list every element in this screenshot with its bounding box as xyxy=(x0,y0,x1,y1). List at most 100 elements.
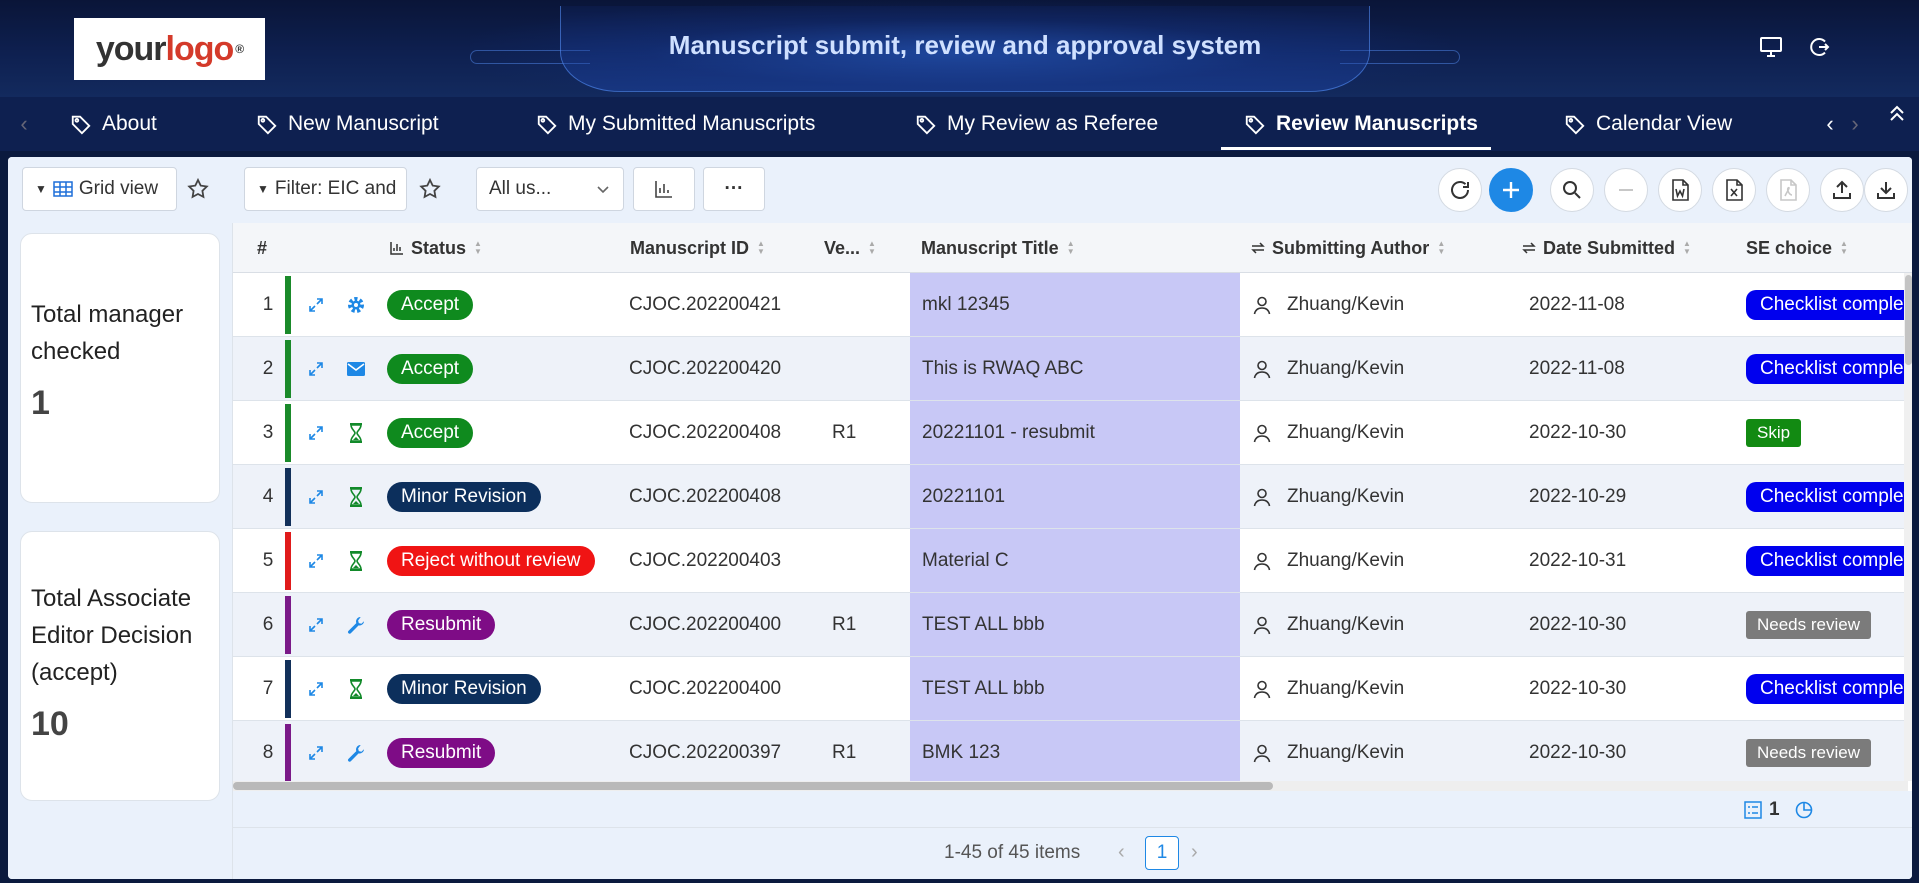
chart-button[interactable] xyxy=(633,167,695,211)
refresh-button[interactable] xyxy=(1438,168,1482,212)
tabs-scroll-left-faded-icon[interactable]: ‹ xyxy=(14,111,34,137)
wrench-icon[interactable] xyxy=(345,721,367,784)
export-pdf-button[interactable] xyxy=(1766,168,1810,212)
manuscript-title[interactable]: TEST ALL bbb xyxy=(922,593,1232,656)
status-badge[interactable]: Resubmit xyxy=(387,737,496,768)
col-header-se-choice[interactable]: SE choice ▲ ▼ xyxy=(1746,223,1848,273)
table-row[interactable]: 1 Accept CJOC.202200421 mkl 12345 Zhuang/Kev… xyxy=(233,273,1908,337)
submitting-author[interactable]: Zhuang/Kevin xyxy=(1287,742,1404,764)
se-choice-badge[interactable]: Checklist complete xyxy=(1746,481,1908,512)
tabs-scroll-right-icon[interactable]: › xyxy=(1845,111,1865,137)
expand-row-icon[interactable] xyxy=(305,465,327,528)
tabs-scroll-left-icon[interactable]: ‹ xyxy=(1820,111,1840,137)
add-button[interactable] xyxy=(1489,168,1533,212)
sort-icon[interactable]: ▲ ▼ xyxy=(868,240,876,256)
download-button[interactable] xyxy=(1864,168,1908,212)
tab-about[interactable]: About xyxy=(70,97,157,151)
se-choice-badge[interactable]: Needs review xyxy=(1746,610,1871,639)
col-header-manuscript-title[interactable]: Manuscript Title ▲ ▼ xyxy=(921,223,1075,273)
manuscript-title[interactable]: 20221101 - resubmit xyxy=(922,401,1232,464)
table-row[interactable]: 3 Accept CJOC.202200408 R1 20221101 - resubm… xyxy=(233,401,1908,465)
grid-view-dropdown[interactable]: ▼ Grid view xyxy=(22,167,177,211)
logout-icon[interactable] xyxy=(1806,34,1832,60)
col-header-submitting-author[interactable]: Submitting Author ▲ ▼ xyxy=(1250,223,1445,273)
expand-row-icon[interactable] xyxy=(305,337,327,400)
se-choice-badge[interactable]: Checklist complete xyxy=(1746,289,1908,320)
status-badge[interactable]: Resubmit xyxy=(387,609,496,640)
delete-button[interactable] xyxy=(1604,168,1648,212)
sort-icon[interactable]: ▲ ▼ xyxy=(1067,240,1075,256)
submitting-author[interactable]: Zhuang/Kevin xyxy=(1287,294,1404,316)
tab-review-manuscripts[interactable]: Review Manuscripts xyxy=(1244,97,1478,151)
status-badge[interactable]: Accept xyxy=(387,353,474,384)
sort-icon[interactable]: ▲ ▼ xyxy=(757,240,765,256)
se-choice-badge[interactable]: Checklist complete xyxy=(1746,673,1908,704)
more-options-button[interactable]: ··· xyxy=(703,167,765,211)
submitting-author[interactable]: Zhuang/Kevin xyxy=(1287,614,1404,636)
expand-row-icon[interactable] xyxy=(305,273,327,336)
page-1-button[interactable]: 1 xyxy=(1145,836,1179,870)
table-row[interactable]: 8 Resubmit CJOC.202200397 R1 BMK 123 Zhuang/K… xyxy=(233,721,1908,785)
se-choice-badge[interactable]: Checklist complete xyxy=(1746,545,1908,576)
expand-row-icon[interactable] xyxy=(305,401,327,464)
search-button[interactable] xyxy=(1550,168,1594,212)
favorite-filter-star-icon[interactable] xyxy=(418,177,442,201)
hourglass-icon[interactable] xyxy=(345,465,367,528)
company-logo[interactable]: your logo ® xyxy=(74,18,265,80)
submitting-author[interactable]: Zhuang/Kevin xyxy=(1287,358,1404,380)
sort-icon[interactable]: ▲ ▼ xyxy=(1437,240,1445,256)
sort-icon[interactable]: ▲ ▼ xyxy=(1840,240,1848,256)
export-excel-button[interactable] xyxy=(1712,168,1756,212)
sort-icon[interactable]: ▲ ▼ xyxy=(474,240,482,256)
pie-chart-icon[interactable] xyxy=(1794,800,1814,820)
export-word-button[interactable] xyxy=(1658,168,1702,212)
manuscript-title[interactable]: BMK 123 xyxy=(922,721,1232,784)
submitting-author[interactable]: Zhuang/Kevin xyxy=(1287,422,1404,444)
status-badge[interactable]: Reject without review xyxy=(387,545,595,576)
horizontal-scrollbar[interactable] xyxy=(233,781,1908,791)
tab-my-submitted-manuscripts[interactable]: My Submitted Manuscripts xyxy=(536,97,815,151)
tab-new-manuscript[interactable]: New Manuscript xyxy=(256,97,439,151)
table-row[interactable]: 5 Reject without review CJOC.202200403 Mate… xyxy=(233,529,1908,593)
status-badge[interactable]: Minor Revision xyxy=(387,481,541,512)
upload-button[interactable] xyxy=(1820,168,1864,212)
col-header-manuscript-id[interactable]: Manuscript ID ▲ ▼ xyxy=(630,223,765,273)
filter-dropdown[interactable]: ▼ Filter: EIC and xyxy=(244,167,407,211)
manuscript-title[interactable]: 20221101 xyxy=(922,465,1232,528)
expand-row-icon[interactable] xyxy=(305,529,327,592)
envelope-icon[interactable] xyxy=(345,337,367,400)
vertical-scrollbar[interactable] xyxy=(1904,273,1912,781)
se-choice-badge[interactable]: Needs review xyxy=(1746,738,1871,767)
table-row[interactable]: 2 Accept CJOC.202200420 This is RWAQ ABC Zhu… xyxy=(233,337,1908,401)
hourglass-icon[interactable] xyxy=(345,529,367,592)
gear-icon[interactable] xyxy=(345,273,367,336)
status-badge[interactable]: Minor Revision xyxy=(387,673,541,704)
se-choice-badge[interactable]: Checklist complete xyxy=(1746,353,1908,384)
status-badge[interactable]: Accept xyxy=(387,417,474,448)
tab-calendar-view[interactable]: Calendar View xyxy=(1564,97,1732,151)
submitting-author[interactable]: Zhuang/Kevin xyxy=(1287,550,1404,572)
expand-row-icon[interactable] xyxy=(305,721,327,784)
favorite-view-star-icon[interactable] xyxy=(186,177,210,201)
next-page-icon[interactable]: › xyxy=(1191,841,1198,864)
table-row[interactable]: 6 Resubmit CJOC.202200400 R1 TEST ALL bbb Zhu… xyxy=(233,593,1908,657)
submitting-author[interactable]: Zhuang/Kevin xyxy=(1287,678,1404,700)
table-row[interactable]: 7 Minor Revision CJOC.202200400 TEST ALL bb… xyxy=(233,657,1908,721)
table-row[interactable]: 4 Minor Revision CJOC.202200408 20221101 Zhu… xyxy=(233,465,1908,529)
hourglass-icon[interactable] xyxy=(345,657,367,720)
hourglass-icon[interactable] xyxy=(345,401,367,464)
manuscript-title[interactable]: This is RWAQ ABC xyxy=(922,337,1232,400)
sort-icon[interactable]: ▲ ▼ xyxy=(1683,240,1691,256)
manuscript-title[interactable]: mkl 12345 xyxy=(922,273,1232,336)
prev-page-icon[interactable]: ‹ xyxy=(1118,841,1125,864)
monitor-icon[interactable] xyxy=(1758,34,1784,60)
horizontal-scrollbar-thumb[interactable] xyxy=(233,782,1273,790)
expand-row-icon[interactable] xyxy=(305,593,327,656)
se-choice-badge[interactable]: Skip xyxy=(1746,418,1802,447)
vertical-scrollbar-thumb[interactable] xyxy=(1905,275,1912,365)
manuscript-title[interactable]: TEST ALL bbb xyxy=(922,657,1232,720)
user-select[interactable]: All us... xyxy=(476,167,624,211)
expand-row-icon[interactable] xyxy=(305,657,327,720)
status-badge[interactable]: Accept xyxy=(387,289,474,320)
manuscript-title[interactable]: Material C xyxy=(922,529,1232,592)
